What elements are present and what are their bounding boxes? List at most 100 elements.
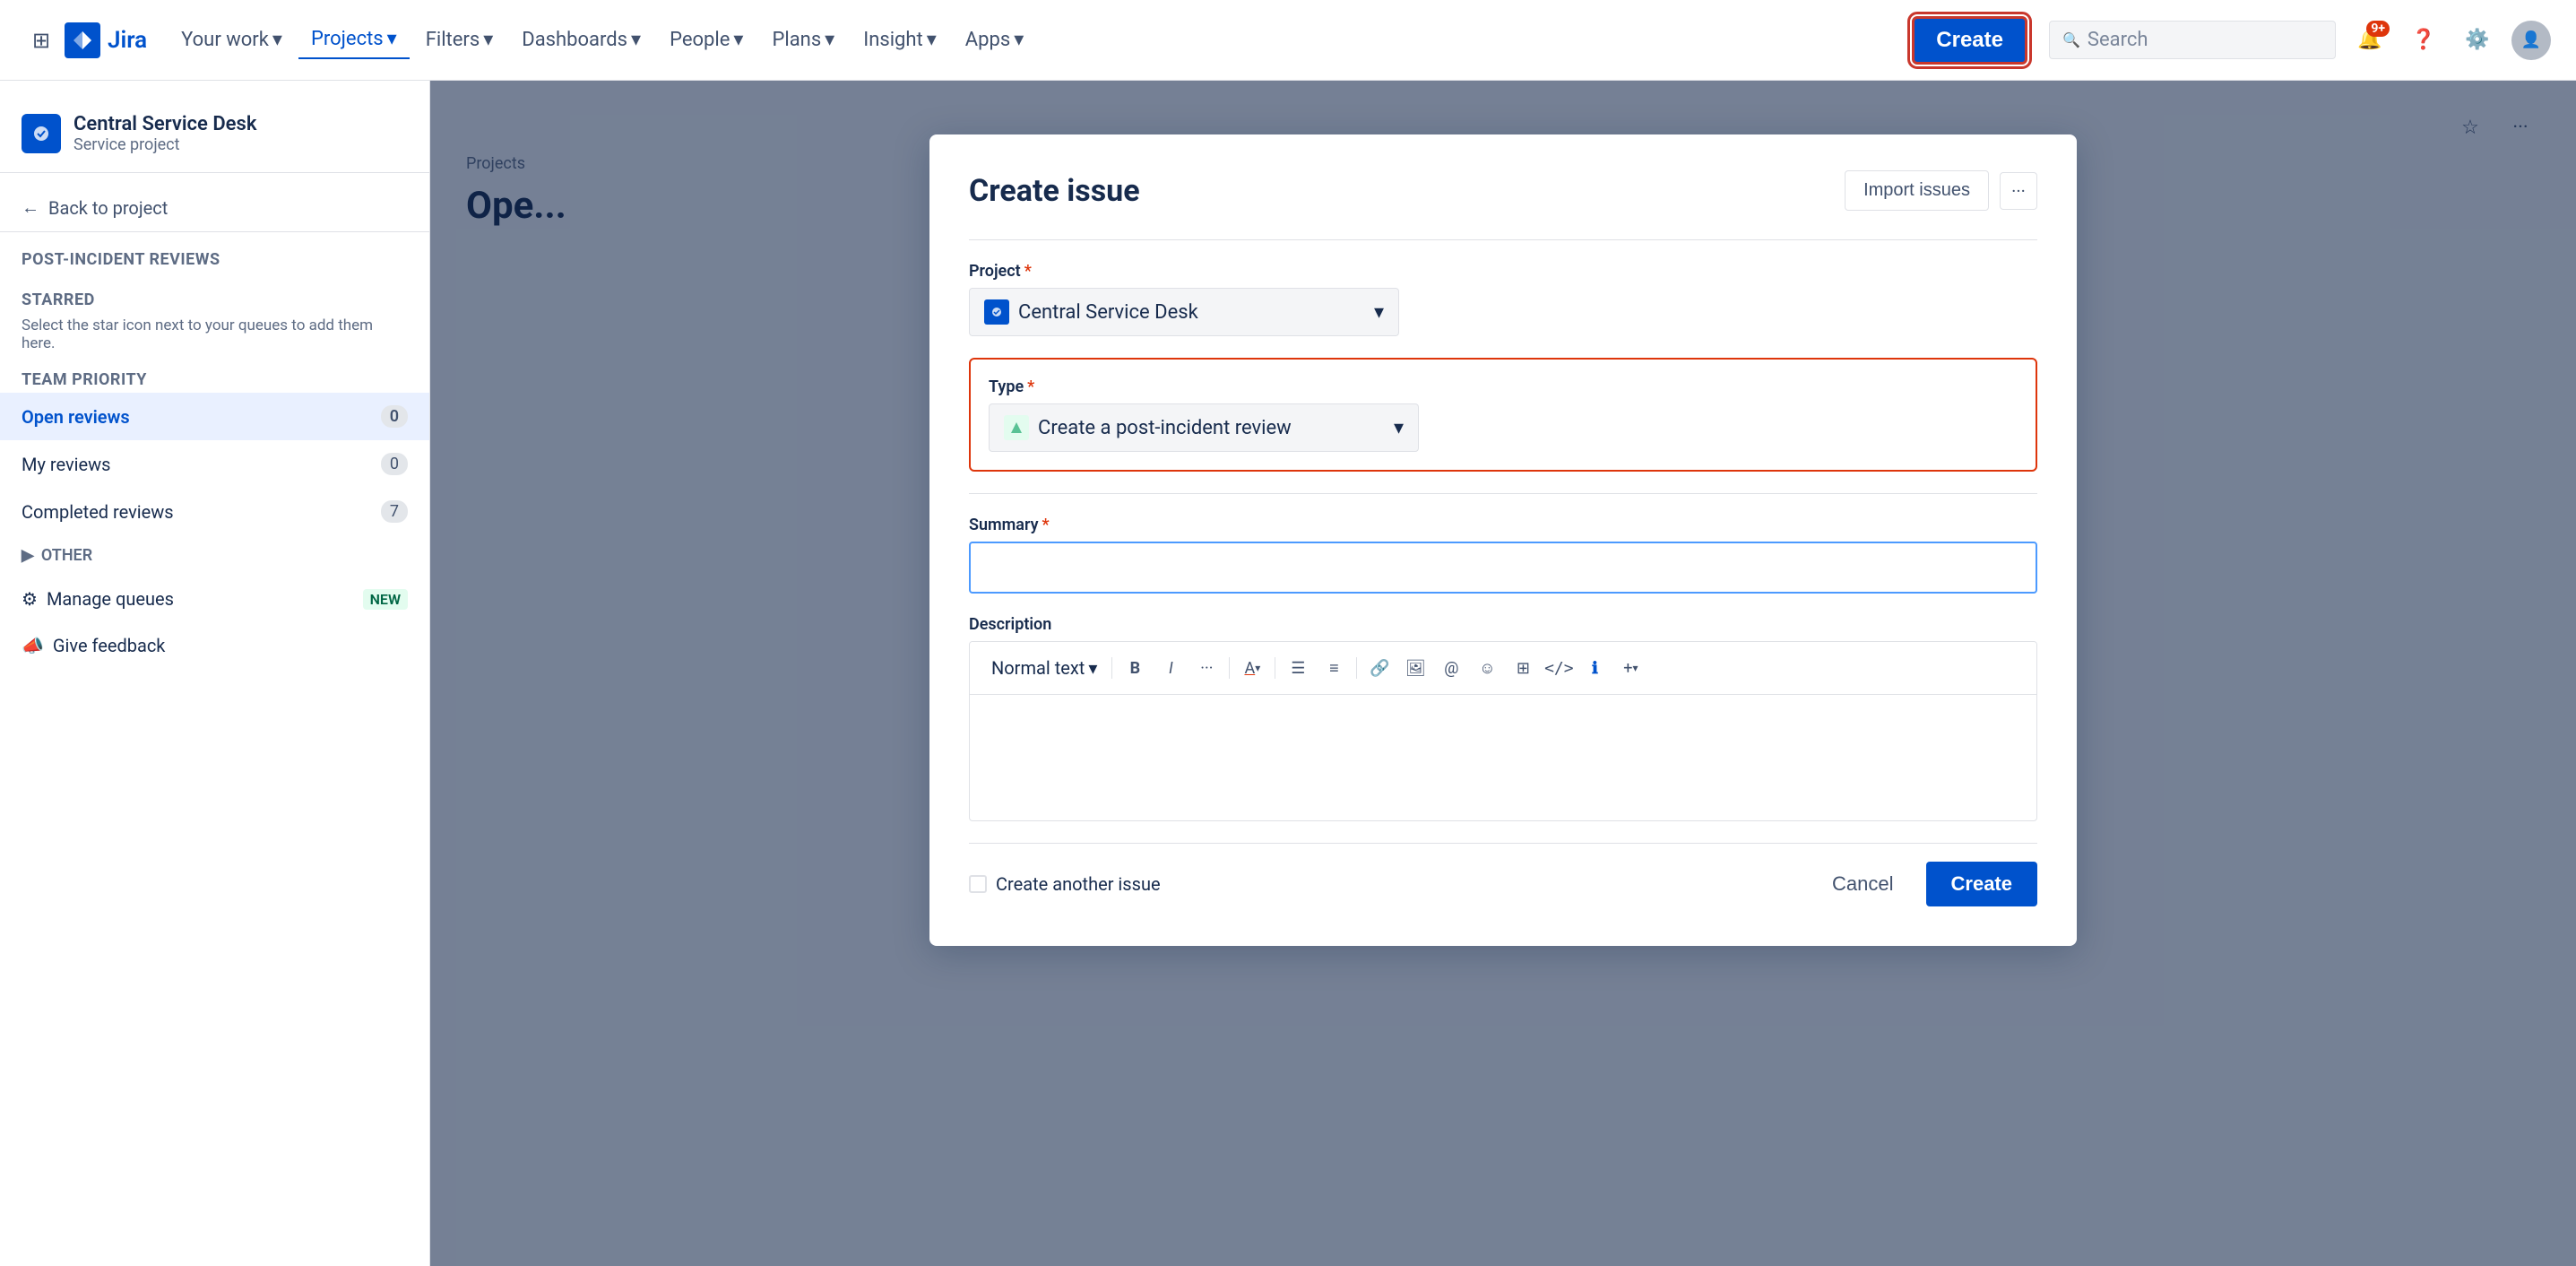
toolbar-table-button[interactable]: ⊞ [1506,651,1540,685]
toolbar-mention-button[interactable]: @ [1434,651,1468,685]
nav-your-work[interactable]: Your work ▾ [169,22,295,58]
toolbar-code-button[interactable]: </> [1542,651,1576,685]
megaphone-icon: 📣 [22,635,44,656]
project-type: Service project [73,135,256,154]
gear-icon: ⚙ [22,588,38,610]
jira-logo-text: Jira [108,27,147,54]
sidebar-item-open-reviews[interactable]: Open reviews 0 [0,393,429,440]
project-field-group: Project * Central Service Desk [969,262,2037,336]
chevron-down-icon: ▾ [733,29,743,51]
topnav-right-actions: 🔍 Search 🔔 9+ ❓ ⚙️ 👤 [2049,21,2551,60]
chevron-down-icon: ▾ [631,29,641,51]
search-placeholder: Search [2088,29,2148,51]
sidebar-other-section[interactable]: ▶ OTHER [0,535,429,576]
jira-logo[interactable]: Jira [65,22,147,58]
app-switcher-icon[interactable]: ⊞ [25,24,57,56]
nav-insight[interactable]: Insight ▾ [851,22,949,58]
create-button[interactable]: Create [1912,16,2027,65]
create-issue-modal: Create issue Import issues ··· Project * [929,134,2077,946]
create-another-label[interactable]: Create another issue [969,873,1161,895]
user-avatar[interactable]: 👤 [2511,21,2551,60]
toolbar-image-button[interactable]: 🖼 [1398,651,1432,685]
chevron-down-icon: ▾ [387,28,397,50]
back-to-project[interactable]: ← Back to project [0,184,429,232]
search-icon: 🔍 [2062,31,2080,48]
toolbar-add-button[interactable]: +▾ [1613,651,1647,685]
project-select[interactable]: Central Service Desk ▾ [969,288,1399,336]
summary-field-group: Summary * [969,516,2037,594]
chevron-down-icon: ▾ [1014,29,1024,51]
main-layout: Central Service Desk Service project ← B… [0,81,2576,1266]
main-nav: Your work ▾ Projects ▾ Filters ▾ Dashboa… [169,21,1905,59]
toolbar-normal-text[interactable]: Normal text ▾ [982,652,1106,684]
my-reviews-count: 0 [381,453,408,475]
nav-people[interactable]: People ▾ [657,22,756,58]
toolbar-more-formatting-button[interactable]: ··· [1189,651,1223,685]
jira-logo-icon [65,22,100,58]
top-navigation: ⊞ Jira Your work ▾ Projects ▾ Filters ▾ … [0,0,2576,81]
modal-more-button[interactable]: ··· [2000,172,2037,210]
project-select-icon [984,299,1009,325]
toolbar-divider-4 [1356,657,1357,679]
modal-divider [969,239,2037,240]
footer-actions: Cancel Create [1811,862,2037,906]
toolbar-info-button[interactable]: ℹ [1578,651,1612,685]
toolbar-bullet-list-button[interactable]: ☰ [1281,651,1315,685]
form-divider-2 [969,493,2037,494]
cancel-button[interactable]: Cancel [1811,862,1915,906]
sidebar-give-feedback[interactable]: 📣 Give feedback [0,622,429,669]
sidebar-manage-queues[interactable]: ⚙ Manage queues NEW [0,576,429,622]
summary-label: Summary * [969,516,2037,534]
chevron-down-icon: ▾ [1374,301,1384,324]
chevron-down-icon: ▾ [927,29,937,51]
create-another-checkbox[interactable] [969,875,987,893]
main-content: ☆ ··· Projects Ope... Create issue Impor… [430,81,2576,1266]
toolbar-divider-2 [1229,657,1230,679]
type-select[interactable]: Create a post-incident review ▾ [989,403,1419,452]
notification-badge: 9+ [2366,21,2390,37]
modal-title: Create issue [969,173,1140,209]
editor-body[interactable] [970,695,2036,820]
chevron-down-icon: ▾ [825,29,834,51]
summary-required: * [1042,516,1050,534]
notifications-button[interactable]: 🔔 9+ [2350,21,2390,60]
nav-filters[interactable]: Filters ▾ [413,22,506,58]
sidebar-item-completed-reviews[interactable]: Completed reviews 7 [0,488,429,535]
sidebar-item-my-reviews[interactable]: My reviews 0 [0,440,429,488]
chevron-down-icon: ▾ [1088,657,1097,679]
import-issues-button[interactable]: Import issues [1845,170,1989,211]
toolbar-text-color-button[interactable]: A ▾ [1235,651,1269,685]
chevron-down-icon: ▾ [272,29,282,51]
editor-toolbar: Normal text ▾ B I ··· A ▾ [970,642,2036,695]
search-box[interactable]: 🔍 Search [2049,21,2336,59]
type-label: Type * [989,377,2018,396]
chevron-down-icon: ▾ [1394,417,1404,439]
nav-apps[interactable]: Apps ▾ [953,22,1036,58]
toolbar-link-button[interactable]: 🔗 [1362,651,1396,685]
toolbar-bold-button[interactable]: B [1118,651,1152,685]
settings-button[interactable]: ⚙️ [2458,21,2497,60]
summary-input[interactable] [969,542,2037,594]
chevron-down-icon: ▾ [1255,662,1260,674]
completed-reviews-count: 7 [381,500,408,523]
modal-create-button[interactable]: Create [1926,862,2037,906]
nav-plans[interactable]: Plans ▾ [759,22,847,58]
chevron-right-icon: ▶ [22,546,34,565]
chevron-down-icon: ▾ [1632,662,1638,674]
toolbar-divider-1 [1111,657,1112,679]
help-button[interactable]: ❓ [2404,21,2443,60]
modal-overlay: Create issue Import issues ··· Project * [430,81,2576,1266]
description-field-group: Description Normal text ▾ B I ··· [969,615,2037,821]
modal-header: Create issue Import issues ··· [969,170,2037,211]
nav-dashboards[interactable]: Dashboards ▾ [509,22,653,58]
description-editor: Normal text ▾ B I ··· A ▾ [969,641,2037,821]
nav-projects[interactable]: Projects ▾ [298,21,410,59]
toolbar-emoji-button[interactable]: ☺ [1470,651,1504,685]
description-label: Description [969,615,2037,634]
manage-queues-new-badge: NEW [363,589,408,610]
project-icon [22,114,61,153]
type-field-section: Type * Create a post-incident review [969,358,2037,472]
toolbar-numbered-list-button[interactable]: ≡ [1317,651,1351,685]
toolbar-italic-button[interactable]: I [1154,651,1188,685]
project-label: Project * [969,262,2037,281]
